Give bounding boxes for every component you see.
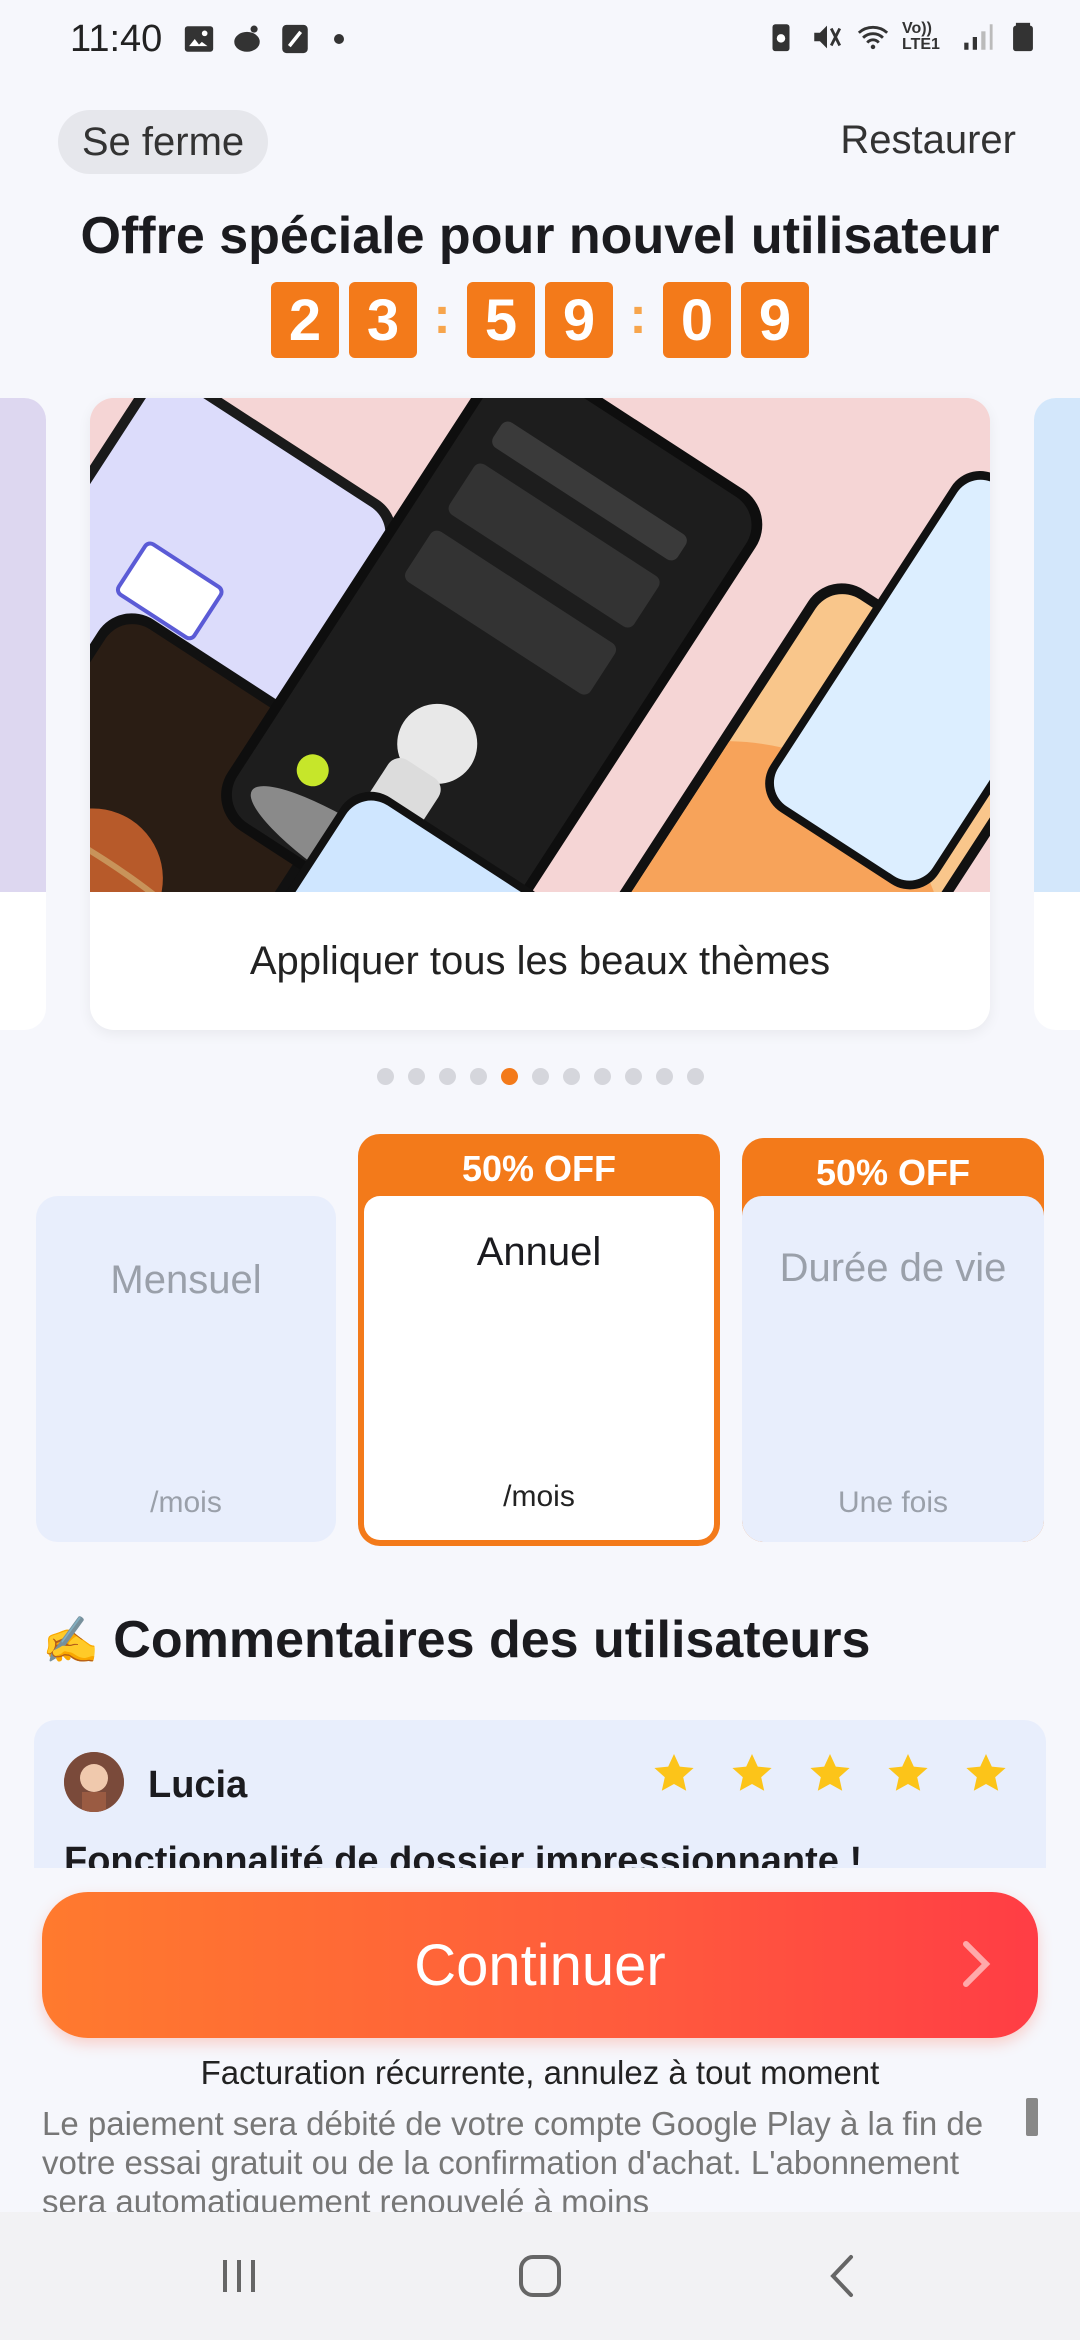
countdown-hours-tens: 2 (271, 282, 339, 358)
writing-hand-icon: ✍️ (42, 1613, 100, 1666)
plan-monthly-period: /mois (150, 1486, 222, 1519)
carousel-caption: Appliquer tous les beaux thèmes (249, 938, 831, 983)
restore-purchases-link[interactable]: Restaurer (840, 118, 1016, 163)
phones-illustration (90, 398, 990, 892)
plan-annual-badge: 50% OFF (461, 1148, 617, 1189)
status-bar: 11:40 Vo)) LTE1 (0, 0, 1080, 84)
themes-preview-image (90, 398, 990, 892)
reviewer-name: Lucia (148, 1764, 248, 1806)
navigation-bar (0, 2212, 1080, 2340)
pagination-dot[interactable] (376, 1068, 394, 1085)
pagination-dot[interactable] (686, 1068, 704, 1085)
carousel-next-image (1034, 398, 1080, 892)
back-icon (830, 2255, 853, 2297)
pagination-dot[interactable] (438, 1068, 456, 1085)
recent-apps-icon (223, 2260, 255, 2292)
star-icon (966, 1754, 1006, 1791)
plan-lifetime[interactable]: 50% OFF Durée de vie Une fois (742, 1138, 1044, 1542)
pagination-dot[interactable] (531, 1068, 549, 1085)
plan-monthly-name: Mensuel (110, 1258, 262, 1302)
plan-annual-name: Annuel (476, 1230, 602, 1274)
scrollbar[interactable] (1026, 2098, 1038, 2136)
avatar (64, 1752, 124, 1812)
plan-monthly[interactable]: Mensuel /mois (36, 1196, 336, 1542)
carousel-card-previous[interactable] (0, 398, 46, 1030)
close-button[interactable]: Se ferme (58, 110, 268, 174)
more-notifications-dot (334, 34, 344, 44)
recent-apps-button[interactable] (204, 2246, 274, 2306)
continue-label: Continuer (414, 1932, 666, 1998)
star-icon (654, 1754, 694, 1791)
battery-icon (1013, 22, 1033, 52)
plan-lifetime-body: Durée de vie Une fois (742, 1196, 1044, 1542)
review-title: Fonctionnalité de dossier impressionnant… (64, 1840, 863, 1868)
offer-title: Offre spéciale pour nouvel utilisateur (80, 207, 1000, 265)
pagination-dot[interactable] (407, 1068, 425, 1085)
notes-icon (282, 24, 308, 54)
plan-annual[interactable]: 50% OFF Annuel /mois (358, 1134, 720, 1546)
back-button[interactable] (808, 2246, 878, 2306)
gallery-icon (184, 26, 214, 52)
mute-icon (814, 25, 842, 49)
carousel-pagination (0, 1068, 1080, 1085)
pagination-dot[interactable] (624, 1068, 642, 1085)
legal-text: Le paiement sera débité de votre compte … (42, 2105, 984, 2214)
carousel-card-current[interactable]: Appliquer tous les beaux thèmes (90, 398, 990, 1030)
pagination-dot[interactable] (469, 1068, 487, 1085)
countdown-seconds-tens: 0 (663, 282, 731, 358)
star-icon (810, 1754, 850, 1791)
battery-saver-icon (772, 24, 790, 52)
countdown-seconds-ones: 9 (741, 282, 809, 358)
billing-note: Facturation récurrente, annulez à tout m… (200, 2054, 880, 2091)
notification-icons (182, 22, 344, 56)
star-icon (888, 1754, 928, 1791)
pagination-dot-active[interactable] (500, 1068, 518, 1085)
pagination-dot[interactable] (593, 1068, 611, 1085)
comments-title: Commentaires des utilisateurs (113, 1611, 871, 1669)
app-notification-icon (234, 25, 260, 52)
plan-lifetime-period: Une fois (837, 1486, 949, 1519)
comments-heading: ✍️ Commentaires des utilisateurs (42, 1610, 870, 1670)
pagination-dot[interactable] (655, 1068, 673, 1085)
system-icons: Vo)) LTE1 (764, 20, 1040, 54)
star-icon (732, 1754, 772, 1791)
pagination-dot[interactable] (562, 1068, 580, 1085)
countdown-hours-ones: 3 (349, 282, 417, 358)
status-time: 11:40 (70, 18, 163, 60)
plan-annual-period: /mois (503, 1480, 575, 1513)
carousel-card-next[interactable] (1034, 398, 1080, 1030)
chevron-right-icon (963, 1941, 991, 1987)
review-card: Lucia Fonctionnalité de dossier impressi… (34, 1720, 1046, 1868)
countdown-separator: : (433, 287, 451, 345)
wifi-icon (857, 25, 889, 50)
countdown-separator: : (629, 287, 647, 345)
plan-lifetime-badge: 50% OFF (815, 1152, 971, 1193)
network-type-label: Vo)) LTE1 (902, 20, 940, 53)
countdown-timer: 2 3 : 5 9 : 0 9 (0, 282, 1080, 358)
home-icon (519, 2255, 561, 2297)
plan-annual-body: Annuel /mois (364, 1196, 714, 1540)
continue-button[interactable]: Continuer (42, 1892, 1038, 2038)
plan-lifetime-name: Durée de vie (779, 1246, 1007, 1290)
countdown-minutes-ones: 9 (545, 282, 613, 358)
rating-stars (650, 1750, 1010, 1798)
carousel-previous-image (0, 398, 46, 892)
countdown-minutes-tens: 5 (467, 282, 535, 358)
signal-icon (964, 24, 993, 50)
home-button[interactable] (505, 2246, 575, 2306)
